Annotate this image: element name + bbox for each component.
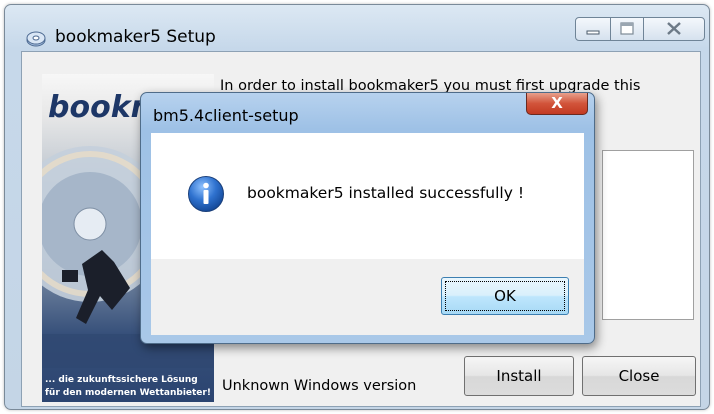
dialog-body: bookmaker5 installed successfully ! [151,133,584,259]
ok-button[interactable]: OK [441,277,569,315]
banner-slogan: ... die zukunftssichere Lösung für den m… [45,374,214,400]
banner-slogan-line1: ... die zukunftssichere Lösung [45,375,198,385]
dialog-footer: OK [151,259,584,335]
window-controls [575,17,707,43]
dialog-title: bm5.4client-setup [153,106,299,125]
status-text: Unknown Windows version [222,378,417,394]
ok-button-label: OK [494,287,516,305]
maximize-button[interactable] [610,17,644,41]
minimize-button[interactable] [575,17,611,41]
window-title: bookmaker5 Setup [55,27,216,47]
dialog-message: bookmaker5 installed successfully ! [247,184,525,202]
install-button[interactable]: Install [464,356,574,396]
setup-app-icon [26,31,46,47]
info-icon [188,176,224,212]
minimize-icon [586,30,600,35]
close-icon [667,22,681,35]
close-button[interactable]: Close [582,356,696,396]
message-dialog: bm5.4client-setup X bookmaker5 installed… [140,92,595,344]
window-close-button[interactable] [643,17,705,41]
log-textbox[interactable] [602,150,694,320]
banner-slogan-line2: für den modernen Wettanbieter! [45,388,211,398]
dialog-close-button[interactable]: X [526,93,588,115]
maximize-icon [620,22,634,35]
